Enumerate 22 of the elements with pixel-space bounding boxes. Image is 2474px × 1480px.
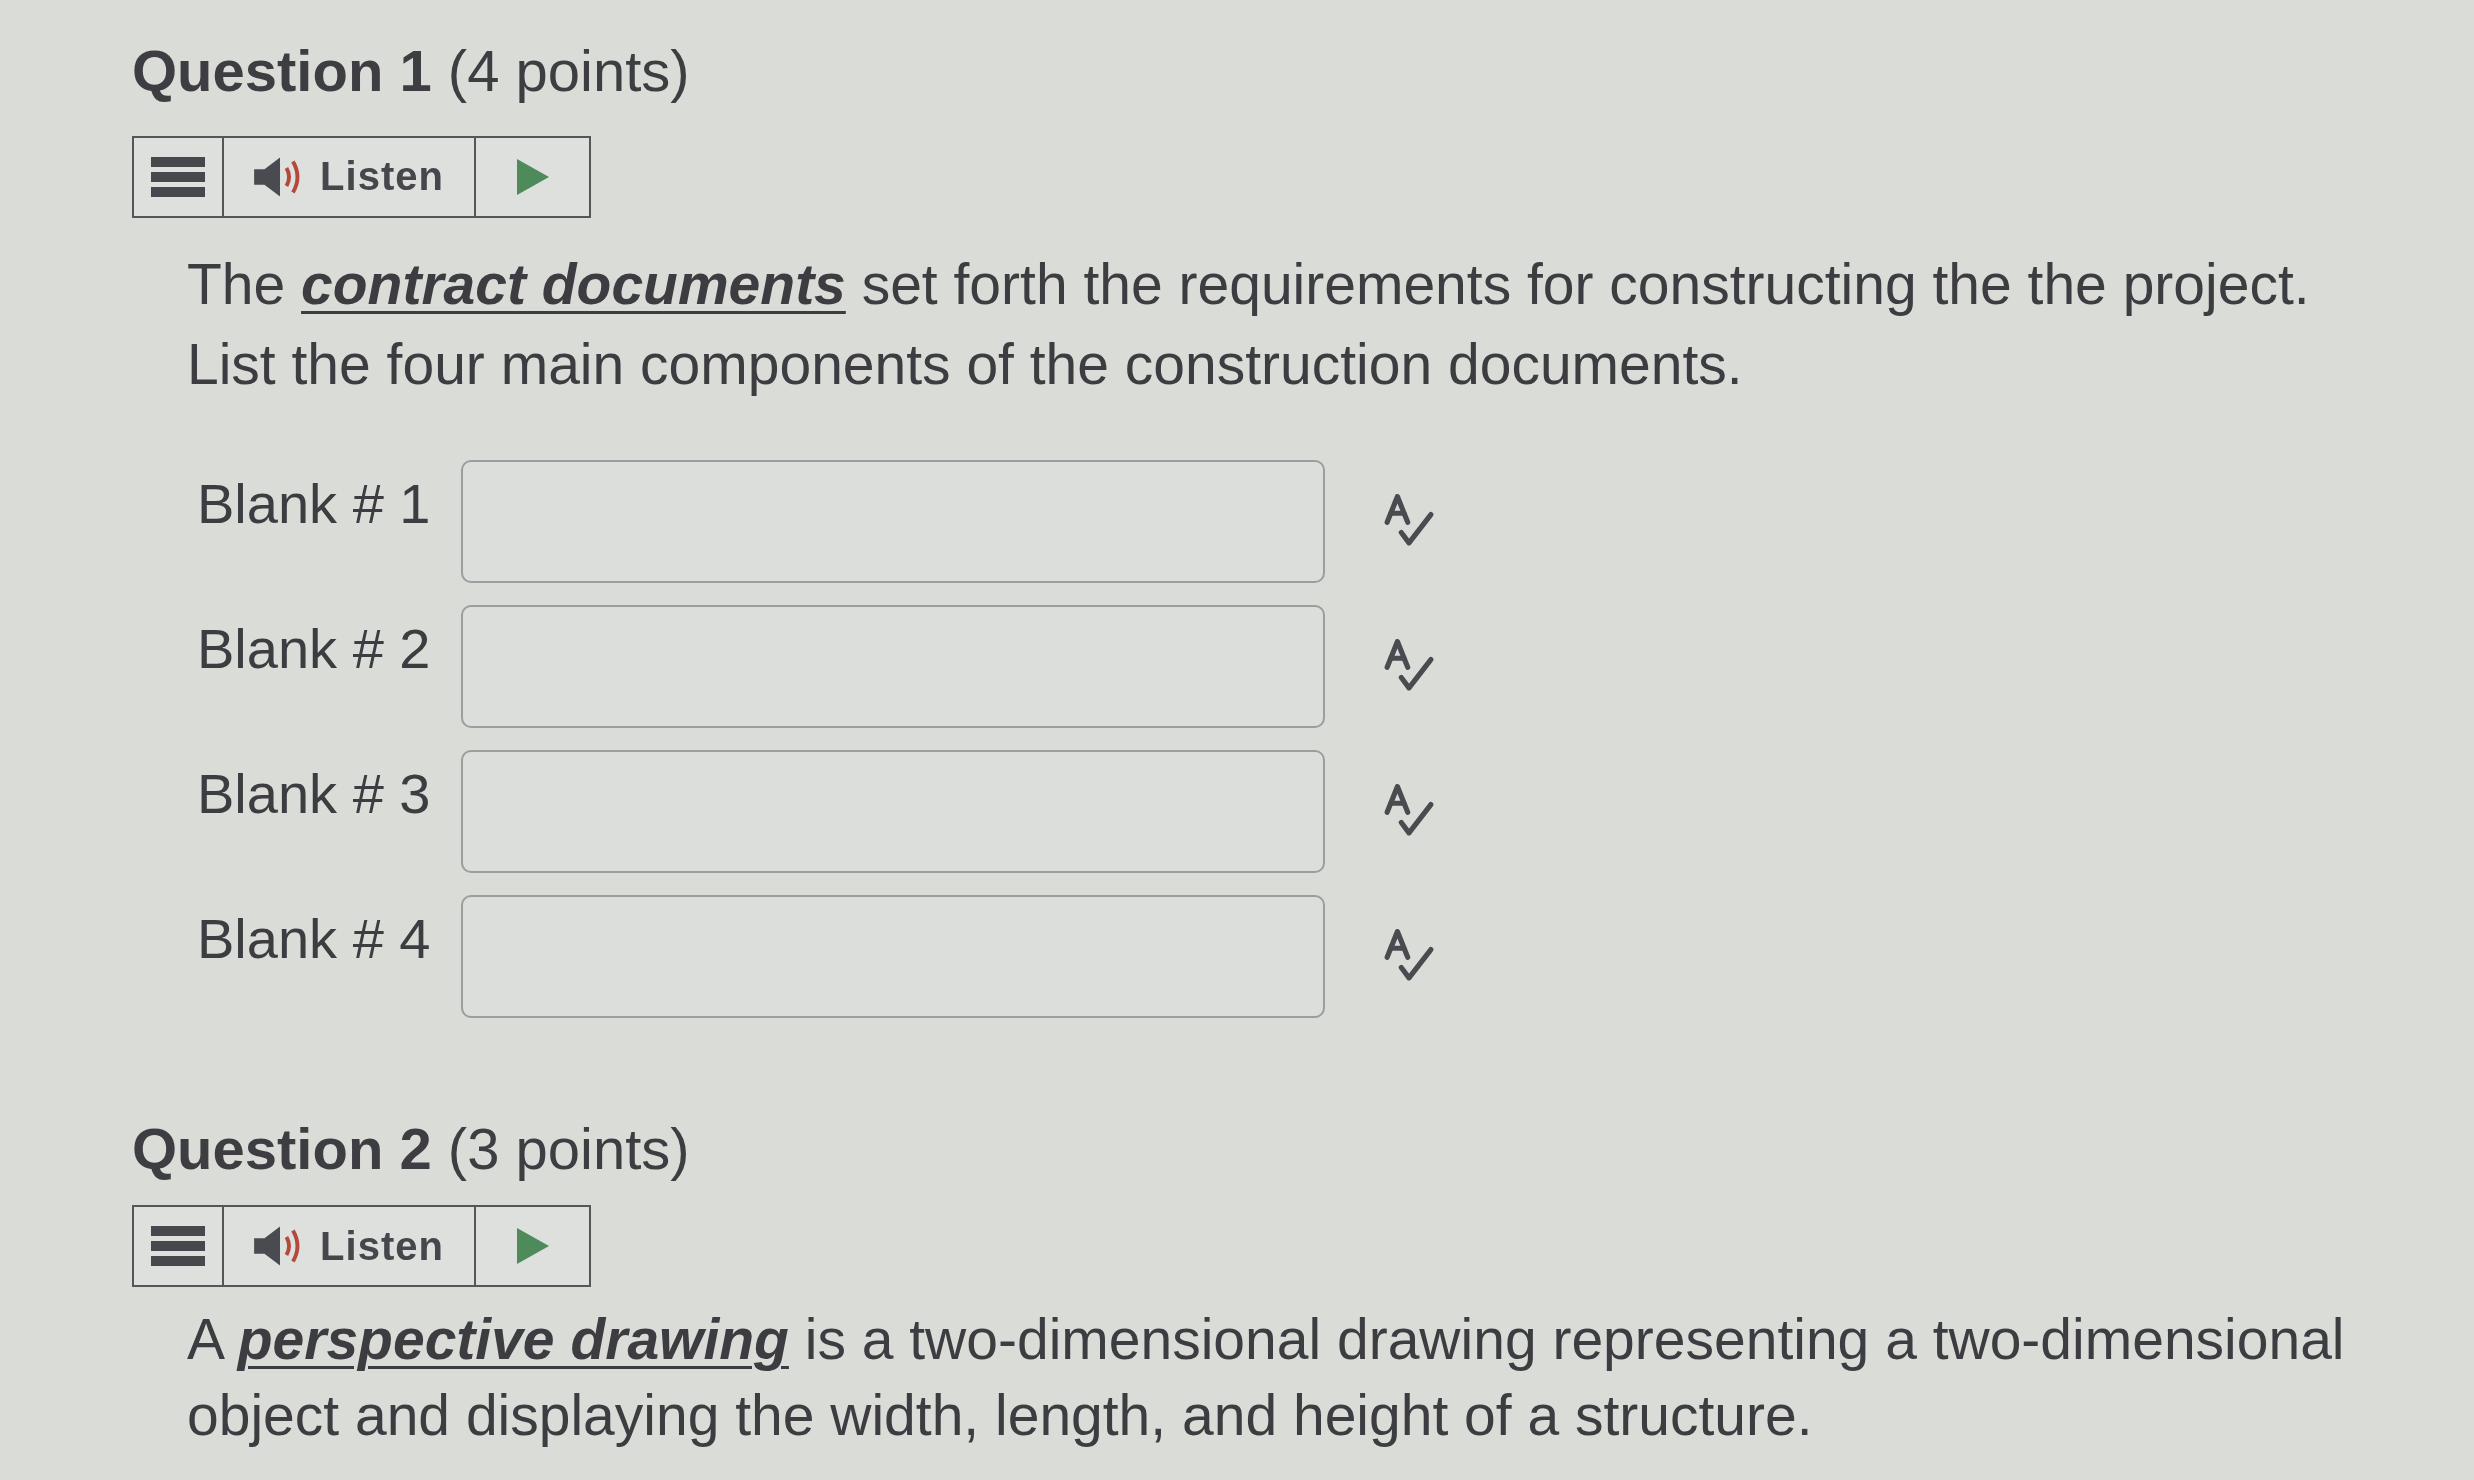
listen-button[interactable]: Listen bbox=[222, 137, 474, 216]
blank-label: Blank # 1 bbox=[197, 470, 432, 537]
blank-label: Blank # 4 bbox=[197, 905, 432, 972]
spellcheck-icon[interactable] bbox=[1383, 493, 1435, 548]
question-text: The contract documents set forth the requirements for constructing the the project. List the four main components of the construction documents. bbox=[187, 250, 2311, 398]
listen-button[interactable]: Listen bbox=[222, 1207, 474, 1286]
menu-icon bbox=[151, 1226, 205, 1267]
question-heading: Question 2 (3 points) bbox=[132, 1114, 690, 1183]
blank-label: Blank # 3 bbox=[197, 760, 432, 827]
blank-label: Blank # 2 bbox=[197, 615, 432, 682]
play-icon bbox=[516, 1228, 549, 1265]
answer-field[interactable] bbox=[461, 459, 1325, 583]
answer-field[interactable] bbox=[461, 894, 1325, 1018]
spellcheck-icon[interactable] bbox=[1383, 638, 1435, 693]
answer-field[interactable] bbox=[461, 749, 1325, 873]
answer-field[interactable] bbox=[461, 604, 1325, 728]
menu-icon bbox=[151, 156, 205, 197]
play-icon bbox=[516, 158, 549, 195]
spellcheck-icon[interactable] bbox=[1383, 783, 1435, 838]
spellcheck-icon[interactable] bbox=[1383, 928, 1435, 983]
question-text: A perspective drawing is a two-dimensional drawing representing a two-dimensional object and displaying the width, length, and height of a structure. bbox=[187, 1306, 2346, 1450]
question-heading: Question 1 (4 points) bbox=[132, 37, 690, 105]
